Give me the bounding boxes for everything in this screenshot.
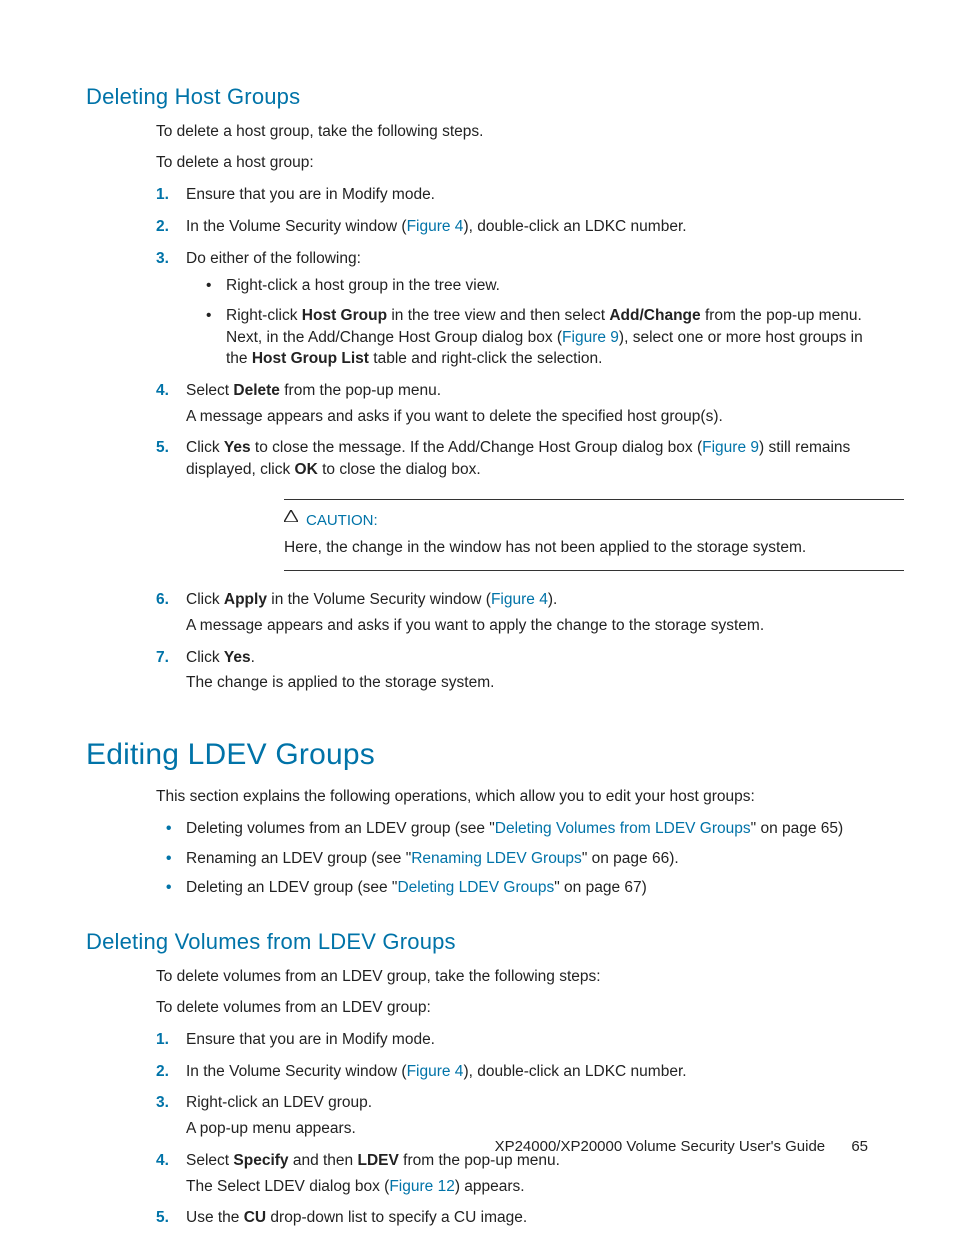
figure-link[interactable]: Figure 4 bbox=[407, 218, 464, 235]
step-sub: A message appears and asks if you want t… bbox=[186, 406, 868, 428]
figure-link[interactable]: Figure 12 bbox=[389, 1178, 454, 1195]
cross-ref-link[interactable]: Renaming LDEV Groups bbox=[411, 850, 582, 867]
page-content: Deleting Host Groups To delete a host gr… bbox=[0, 0, 954, 1235]
caution-icon bbox=[284, 510, 298, 522]
list-item: In the Volume Security window (Figure 4)… bbox=[186, 1061, 868, 1083]
list-item: Deleting an LDEV group (see "Deleting LD… bbox=[186, 877, 868, 899]
list-item: Click Apply in the Volume Security windo… bbox=[186, 589, 868, 636]
caution-text: Here, the change in the window has not b… bbox=[284, 537, 904, 559]
list-item: Deleting volumes from an LDEV group (see… bbox=[186, 818, 868, 840]
paragraph: To delete a host group, take the followi… bbox=[156, 121, 868, 143]
list-item: Ensure that you are in Modify mode. bbox=[186, 184, 868, 206]
page-number: 65 bbox=[851, 1138, 868, 1155]
list-item: Click Yes. The change is applied to the … bbox=[186, 647, 868, 694]
list-item: In the Volume Security window (Figure 4)… bbox=[186, 216, 868, 238]
list-item: Do either of the following: Right-click … bbox=[186, 248, 868, 370]
caution-block: CAUTION: Here, the change in the window … bbox=[284, 499, 904, 572]
step-sub: The Select LDEV dialog box (Figure 12) a… bbox=[186, 1176, 868, 1198]
figure-link[interactable]: Figure 4 bbox=[407, 1063, 464, 1080]
figure-link[interactable]: Figure 4 bbox=[491, 591, 548, 608]
page-footer: XP24000/XP20000 Volume Security User's G… bbox=[495, 1136, 868, 1157]
ordered-list: Ensure that you are in Modify mode. In t… bbox=[156, 184, 868, 694]
list-item: Use the CU drop-down list to specify a C… bbox=[186, 1207, 868, 1229]
cross-ref-link[interactable]: Deleting Volumes from LDEV Groups bbox=[495, 820, 751, 837]
heading-deleting-volumes: Deleting Volumes from LDEV Groups bbox=[86, 927, 868, 958]
paragraph: To delete a host group: bbox=[156, 152, 868, 174]
step-sub: The change is applied to the storage sys… bbox=[186, 672, 868, 694]
caution-label: CAUTION: bbox=[306, 510, 378, 531]
figure-link[interactable]: Figure 9 bbox=[562, 329, 619, 346]
paragraph: This section explains the following oper… bbox=[156, 786, 868, 808]
list-item: Ensure that you are in Modify mode. bbox=[186, 1029, 868, 1051]
bullet-list: Right-click a host group in the tree vie… bbox=[206, 275, 868, 370]
bullet-list: Deleting volumes from an LDEV group (see… bbox=[156, 818, 868, 899]
heading-editing-ldev-groups: Editing LDEV Groups bbox=[86, 734, 868, 776]
list-item: Right-click a host group in the tree vie… bbox=[206, 275, 868, 297]
paragraph: To delete volumes from an LDEV group: bbox=[156, 997, 868, 1019]
ordered-list: Ensure that you are in Modify mode. In t… bbox=[156, 1029, 868, 1229]
step-sub: A message appears and asks if you want t… bbox=[186, 615, 868, 637]
list-item: Renaming an LDEV group (see "Renaming LD… bbox=[186, 848, 868, 870]
figure-link[interactable]: Figure 9 bbox=[702, 439, 759, 456]
footer-doc-title: XP24000/XP20000 Volume Security User's G… bbox=[495, 1138, 826, 1155]
list-item: Right-click Host Group in the tree view … bbox=[206, 305, 868, 370]
list-item: Select Delete from the pop-up menu. A me… bbox=[186, 380, 868, 427]
heading-deleting-host-groups: Deleting Host Groups bbox=[86, 82, 868, 113]
list-item: Right-click an LDEV group. A pop-up menu… bbox=[186, 1092, 868, 1139]
cross-ref-link[interactable]: Deleting LDEV Groups bbox=[397, 879, 554, 896]
list-item: Click Yes to close the message. If the A… bbox=[186, 437, 868, 571]
paragraph: To delete volumes from an LDEV group, ta… bbox=[156, 966, 868, 988]
